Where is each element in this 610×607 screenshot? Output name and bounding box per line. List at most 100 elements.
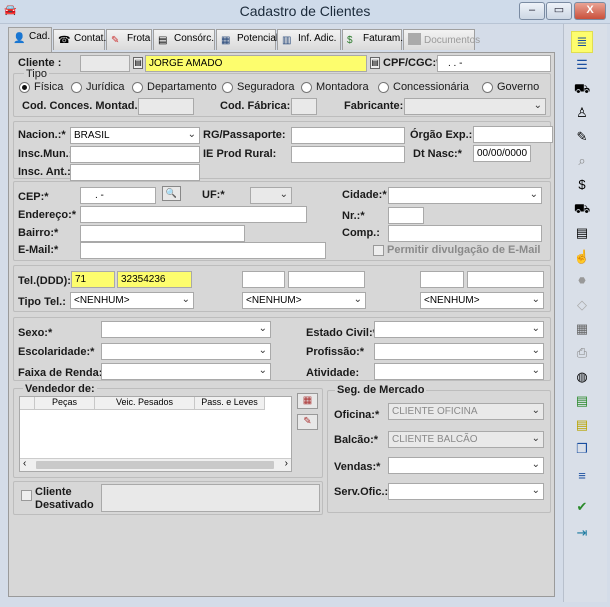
calendar-icon[interactable]: ▦ <box>571 318 593 340</box>
grid-icon: ▥ <box>282 35 292 46</box>
scroll-right-icon[interactable]: › <box>285 458 288 469</box>
rg-input[interactable] <box>291 127 405 144</box>
minimize-button[interactable]: – <box>519 2 545 20</box>
check-icon[interactable]: ✔ <box>571 496 593 518</box>
radio-juridica-label: Jurídica <box>86 81 125 93</box>
cep-input[interactable]: . - <box>80 187 156 204</box>
ddd-input[interactable]: 71 <box>71 271 115 288</box>
radio-governo[interactable] <box>482 82 493 93</box>
person-icon[interactable]: ♙ <box>571 102 593 124</box>
email-input[interactable] <box>80 242 326 259</box>
chevron-down-icon: ⌄ <box>258 365 267 376</box>
bairro-input[interactable] <box>80 225 245 242</box>
cpf-input[interactable]: . . - <box>437 55 551 72</box>
grid-add-icon[interactable]: ▦ <box>297 393 318 409</box>
permitir-email-checkbox[interactable] <box>373 245 384 256</box>
chevron-down-icon: ⌄ <box>531 345 540 356</box>
ddd3-input[interactable] <box>420 271 464 288</box>
radio-departamento[interactable] <box>132 82 143 93</box>
exit-icon[interactable]: ⇥ <box>571 522 593 544</box>
cep-search-icon[interactable]: 🔍 <box>162 186 181 201</box>
moneybag-icon[interactable]: $ <box>571 174 593 196</box>
gray-icon[interactable]: ◇ <box>571 294 593 316</box>
list-icon[interactable]: ☰ <box>571 54 593 76</box>
tipo-tel-select-1[interactable]: <NENHUM> ⌄ <box>70 292 194 309</box>
atividade-select[interactable]: ⌄ <box>374 363 544 380</box>
copy-icon[interactable]: ❐ <box>571 438 593 460</box>
car-icon[interactable]: ⛟ <box>571 198 593 220</box>
cod-fabrica-input[interactable] <box>291 98 317 115</box>
cliente-code-input[interactable] <box>80 55 130 72</box>
vendedor-grid[interactable]: Peças Veic. Pesados Pass. e Leves ‹ › <box>19 396 292 472</box>
renda-select[interactable]: ⌄ <box>101 363 271 380</box>
chevron-down-icon: ⌄ <box>258 345 267 356</box>
estado-civil-select[interactable]: ⌄ <box>374 321 544 338</box>
globe-icon[interactable]: ◍ <box>571 366 593 388</box>
oficina-select[interactable]: CLIENTE OFICINA ⌄ <box>388 403 544 420</box>
vehicle-icon[interactable]: ⛟ <box>571 78 593 100</box>
scroll-left-icon[interactable]: ‹ <box>23 458 26 469</box>
stop-icon[interactable]: ⬣ <box>571 270 593 292</box>
ie-input[interactable] <box>291 146 405 163</box>
list-add-icon[interactable]: ≣ <box>571 31 593 53</box>
search-doc-icon[interactable]: ⌕ <box>571 150 593 172</box>
radio-concessionaria[interactable] <box>378 82 389 93</box>
desativado-obs[interactable] <box>101 484 320 512</box>
insc-mun-input[interactable] <box>70 146 200 163</box>
tab-inf-adic[interactable]: ▥ Inf. Adic. <box>277 29 341 50</box>
tel2-input[interactable] <box>288 271 365 288</box>
tab-consorc[interactable]: ▤ Consórc. <box>153 29 215 50</box>
profissao-select[interactable]: ⌄ <box>374 343 544 360</box>
tipo-tel-select-3[interactable]: <NENHUM> ⌄ <box>420 292 544 309</box>
ddd2-input[interactable] <box>242 271 285 288</box>
horizontal-scrollbar[interactable]: ‹ › <box>20 458 291 471</box>
endereco-input[interactable] <box>80 206 307 223</box>
tab-faturam[interactable]: $ Faturam. <box>342 29 403 50</box>
tipo-tel-select-2[interactable]: <NENHUM> ⌄ <box>242 292 366 309</box>
orgao-input[interactable] <box>473 126 553 143</box>
maximize-button[interactable]: ▭ <box>546 2 572 20</box>
radio-montadora[interactable] <box>301 82 312 93</box>
printer-icon[interactable]: ⎙ <box>571 342 593 364</box>
cod-conces-input[interactable] <box>138 98 194 115</box>
yellow-doc-icon[interactable]: ▤ <box>571 414 593 436</box>
tab-potencial[interactable]: ▦ Potencial <box>216 29 278 50</box>
edit-icon[interactable]: ✎ <box>571 126 593 148</box>
sexo-select[interactable]: ⌄ <box>101 321 271 338</box>
close-button[interactable]: X <box>574 2 606 20</box>
servofic-select[interactable]: ⌄ <box>388 483 544 500</box>
chevron-down-icon: ⌄ <box>181 294 190 305</box>
radio-seguradora[interactable] <box>222 82 233 93</box>
nacion-select[interactable]: BRASIL ⌄ <box>70 127 200 144</box>
desativado-checkbox[interactable] <box>21 490 32 501</box>
radio-fisica[interactable] <box>19 82 30 93</box>
cpf-lookup-icon[interactable]: ▤ <box>370 57 380 69</box>
balcao-select[interactable]: CLIENTE BALCÃO ⌄ <box>388 431 544 448</box>
tab-cad[interactable]: 👤 Cad. <box>8 27 52 52</box>
insc-ant-input[interactable] <box>70 164 200 181</box>
scroll-thumb[interactable] <box>36 461 274 469</box>
green-doc-icon[interactable]: ▤ <box>571 390 593 412</box>
uf-select[interactable]: ⌄ <box>250 187 292 204</box>
tab-documentos[interactable]: Documentos <box>403 29 480 50</box>
cidade-select[interactable]: ⌄ <box>388 187 542 204</box>
nr-input[interactable] <box>388 207 424 224</box>
chevron-down-icon: ⌄ <box>279 189 288 200</box>
escolaridade-select[interactable]: ⌄ <box>101 343 271 360</box>
tel3-input[interactable] <box>467 271 544 288</box>
tab-frota[interactable]: ✎ Frota <box>106 29 152 50</box>
grid-edit-icon[interactable]: ✎ <box>297 414 318 430</box>
align-icon[interactable]: ≡ <box>571 465 593 487</box>
tel-input[interactable]: 32354236 <box>117 271 192 288</box>
vendas-select[interactable]: ⌄ <box>388 457 544 474</box>
dtnasc-input[interactable]: 00/00/0000 <box>473 145 531 162</box>
hand-icon[interactable]: ☝ <box>571 246 593 268</box>
lookup-icon[interactable]: ▤ <box>133 57 143 69</box>
tab-contat[interactable]: ☎ Contat. <box>53 29 106 50</box>
title-bar: 🚘 Cadastro de Clientes – ▭ X <box>0 0 610 24</box>
document-icon[interactable]: ▤ <box>571 222 593 244</box>
cliente-name-input[interactable]: JORGE AMADO <box>145 55 367 72</box>
comp-input[interactable] <box>388 225 542 242</box>
fabricante-select[interactable]: ⌄ <box>404 98 546 115</box>
radio-juridica[interactable] <box>71 82 82 93</box>
